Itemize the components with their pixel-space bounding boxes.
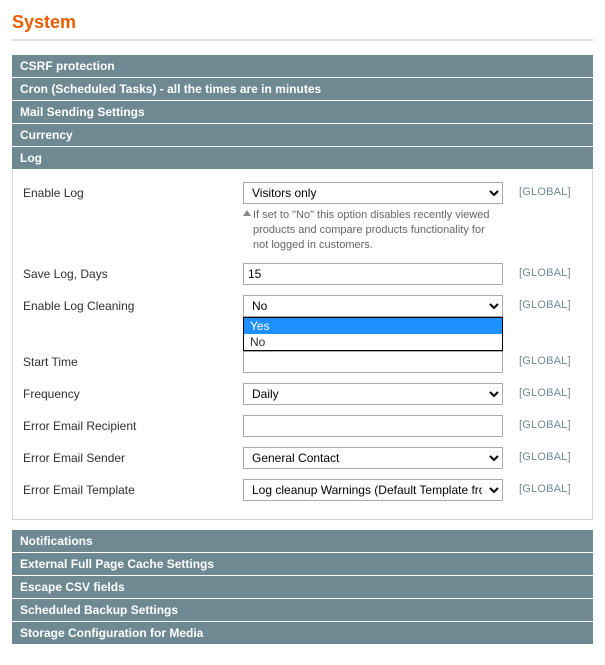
section-cron[interactable]: Cron (Scheduled Tasks) - all the times a… xyxy=(12,78,593,101)
section-log-body: Enable Log Visitors only If set to "No" … xyxy=(12,170,593,520)
section-storage-media[interactable]: Storage Configuration for Media xyxy=(12,622,593,645)
start-time-label: Start Time xyxy=(23,351,243,369)
hint-arrow-icon xyxy=(243,210,251,216)
divider xyxy=(12,39,593,41)
scope-global: [GLOBAL] xyxy=(503,263,573,279)
enable-clean-option-no[interactable]: No xyxy=(244,334,502,350)
section-currency[interactable]: Currency xyxy=(12,124,593,147)
scope-global: [GLOBAL] xyxy=(503,447,573,463)
save-days-label: Save Log, Days xyxy=(23,263,243,281)
scope-global: [GLOBAL] xyxy=(503,295,573,311)
frequency-label: Frequency xyxy=(23,383,243,401)
scope-global: [GLOBAL] xyxy=(503,182,573,198)
enable-clean-select[interactable]: No xyxy=(243,295,503,317)
enable-log-label: Enable Log xyxy=(23,182,243,200)
scope-global: [GLOBAL] xyxy=(503,383,573,399)
enable-log-hint: If set to "No" this option disables rece… xyxy=(243,208,503,253)
err-sender-label: Error Email Sender xyxy=(23,447,243,465)
section-escape-csv[interactable]: Escape CSV fields xyxy=(12,576,593,599)
page-title: System xyxy=(12,12,593,33)
frequency-select[interactable]: Daily xyxy=(243,383,503,405)
scope-global: [GLOBAL] xyxy=(503,479,573,495)
err-sender-select[interactable]: General Contact xyxy=(243,447,503,469)
section-notifications[interactable]: Notifications xyxy=(12,530,593,553)
enable-clean-option-yes[interactable]: Yes xyxy=(244,318,502,334)
err-template-label: Error Email Template xyxy=(23,479,243,497)
scope-global: [GLOBAL] xyxy=(503,415,573,431)
section-fpc[interactable]: External Full Page Cache Settings xyxy=(12,553,593,576)
save-days-input[interactable] xyxy=(243,263,503,285)
scope-global: [GLOBAL] xyxy=(503,351,573,367)
enable-log-hint-text: If set to "No" this option disables rece… xyxy=(253,209,489,251)
err-template-select[interactable]: Log cleanup Warnings (Default Template f… xyxy=(243,479,503,501)
section-backup[interactable]: Scheduled Backup Settings xyxy=(12,599,593,622)
err-recipient-label: Error Email Recipient xyxy=(23,415,243,433)
err-recipient-input[interactable] xyxy=(243,415,503,437)
section-csrf[interactable]: CSRF protection xyxy=(12,55,593,78)
enable-log-select[interactable]: Visitors only xyxy=(243,182,503,204)
start-time-input[interactable] xyxy=(243,351,503,373)
section-log[interactable]: Log xyxy=(12,147,593,170)
enable-clean-label: Enable Log Cleaning xyxy=(23,295,243,313)
section-mail[interactable]: Mail Sending Settings xyxy=(12,101,593,124)
enable-clean-dropdown[interactable]: Yes No xyxy=(243,317,503,351)
